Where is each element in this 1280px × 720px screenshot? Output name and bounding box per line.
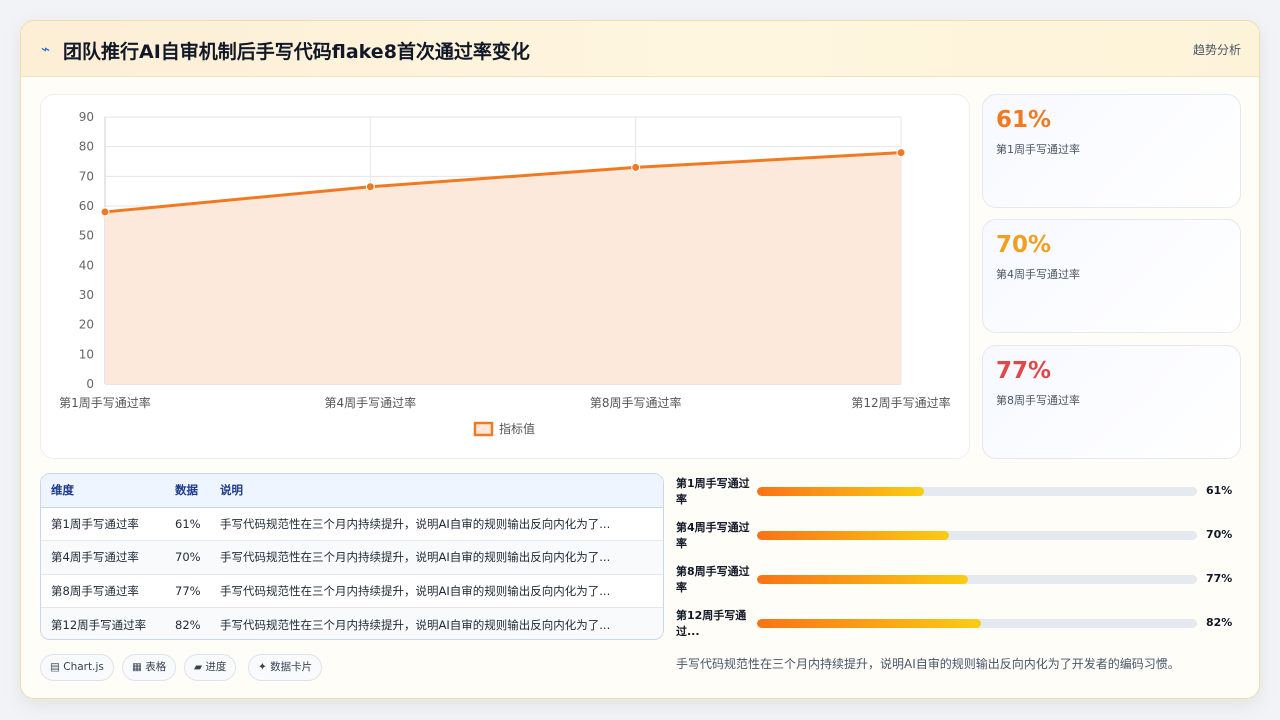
- y-tick-label: 20: [79, 318, 94, 332]
- table-cell: 82%: [165, 607, 210, 639]
- table-cell: 第4周手写通过率: [41, 540, 165, 575]
- table-cell: 77%: [165, 574, 210, 608]
- progress-fill: [757, 487, 925, 496]
- table-row: 第8周手写通过率 77% 手写代码规范性在三个月内持续提升，说明AI自审的规则输…: [41, 574, 663, 608]
- y-tick-label: 40: [79, 258, 94, 272]
- legend-label: 指标值: [499, 421, 535, 436]
- trend-analysis-tag[interactable]: 趋势分析: [1193, 41, 1241, 58]
- progress-value: 70%: [1206, 528, 1233, 541]
- progress-value: 82%: [1206, 616, 1233, 629]
- kpi-card-week1: 61% 第1周手写通过率: [982, 94, 1241, 208]
- kpi-value: 61%: [996, 107, 1052, 133]
- chip-chartjs[interactable]: ▤ Chart.js: [40, 654, 114, 681]
- progress-label: 第12周手写通过...: [676, 609, 747, 638]
- y-tick-label: 80: [79, 140, 94, 154]
- series-area: [105, 152, 901, 384]
- table-cell: 61%: [165, 507, 210, 541]
- y-tick-label: 0: [86, 377, 94, 391]
- kpi-label: 第8周手写通过率: [996, 394, 1080, 407]
- table-row: 第12周手写通过率 82% 手写代码规范性在三个月内持续提升，说明AI自审的规则…: [41, 607, 663, 639]
- column-header: 数据: [165, 474, 210, 508]
- page-title: 团队推行AI自审机制后手写代码flake8首次通过率变化: [63, 41, 530, 63]
- y-tick-label: 70: [79, 169, 94, 183]
- table-cell: 手写代码规范性在三个月内持续提升，说明AI自审的规则输出反向内化为了...: [210, 574, 663, 608]
- table-cell: 手写代码规范性在三个月内持续提升，说明AI自审的规则输出反向内化为了...: [210, 540, 663, 575]
- column-header: 说明: [210, 474, 663, 508]
- y-tick-label: 30: [79, 288, 94, 302]
- x-tick-label: 第1周手写通过率: [59, 395, 151, 410]
- chip-table[interactable]: ▦ 表格: [122, 654, 177, 681]
- progress-row: 第8周手写通过率 77%: [676, 564, 1236, 596]
- data-point: [100, 207, 110, 217]
- table-cell: 手写代码规范性在三个月内持续提升，说明AI自审的规则输出反向内化为了...: [210, 607, 663, 639]
- data-point: [896, 148, 906, 158]
- kpi-value: 77%: [996, 358, 1052, 384]
- table-cell: 手写代码规范性在三个月内持续提升，说明AI自审的规则输出反向内化为了...: [210, 507, 663, 541]
- y-tick-label: 10: [79, 347, 94, 361]
- progress-track: [757, 487, 1197, 496]
- data-point: [365, 182, 375, 192]
- line-chart: 0 10 20 30 40 50 60 70 80 90 第1周手写通过率 第4周手写通过率 第8周手写…: [59, 110, 951, 437]
- progress-label: 第1周手写通过率: [676, 477, 750, 506]
- progress-fill: [757, 575, 969, 584]
- progress-track: [757, 575, 1197, 584]
- progress-label: 第8周手写通过率: [676, 565, 750, 594]
- kpi-card-week8: 77% 第8周手写通过率: [982, 345, 1241, 459]
- y-tick-label: 60: [79, 199, 94, 213]
- x-tick-label: 第12周手写通过率: [851, 395, 950, 410]
- progress-value: 77%: [1206, 572, 1233, 585]
- table-cell: 第12周手写通过率: [41, 607, 165, 639]
- progress-row: 第4周手写通过率 70%: [676, 520, 1236, 552]
- kpi-value: 70%: [996, 232, 1052, 258]
- dashboard-card: ⌁ 团队推行AI自审机制后手写代码flake8首次通过率变化 趋势分析 0 10 2…: [20, 20, 1260, 699]
- kpi-label: 第1周手写通过率: [996, 143, 1080, 156]
- kpi-card-week4: 70% 第4周手写通过率: [982, 219, 1241, 333]
- table-header-row: 维度 数据 说明: [41, 474, 663, 508]
- table-cell: 70%: [165, 540, 210, 575]
- progress-row: 第12周手写通过... 82%: [676, 608, 1236, 640]
- flash-icon: ⌁: [41, 40, 51, 58]
- chip-data-card[interactable]: ✦ 数据卡片: [248, 654, 323, 681]
- progress-label: 第4周手写通过率: [676, 521, 750, 550]
- table-row: 第4周手写通过率 70% 手写代码规范性在三个月内持续提升，说明AI自审的规则输…: [41, 540, 663, 575]
- progress-row: 第1周手写通过率 61%: [676, 476, 1236, 508]
- progress-fill: [757, 531, 949, 540]
- table-cell: 第1周手写通过率: [41, 507, 165, 541]
- progress-value: 61%: [1206, 484, 1233, 497]
- line-chart-panel: 0 10 20 30 40 50 60 70 80 90 第1周手写通过率 第4周手写通过率 第8周手写…: [40, 94, 970, 459]
- chip-progress[interactable]: ▰ 进度: [184, 654, 237, 681]
- progress-fill: [757, 619, 982, 628]
- legend-swatch: [473, 421, 494, 437]
- table-cell: 第8周手写通过率: [41, 574, 165, 608]
- header: ⌁ 团队推行AI自审机制后手写代码flake8首次通过率变化 趋势分析: [21, 21, 1259, 77]
- y-tick-label: 90: [79, 110, 94, 124]
- column-header: 维度: [41, 474, 165, 508]
- kpi-label: 第4周手写通过率: [996, 268, 1080, 281]
- data-table: 维度 数据 说明 第1周手写通过率 61% 手写代码规范性在三个月内持续提升，说…: [40, 473, 664, 640]
- data-point: [631, 162, 641, 172]
- y-tick-label: 50: [79, 229, 94, 243]
- x-tick-label: 第8周手写通过率: [590, 395, 682, 410]
- progress-track: [757, 619, 1197, 628]
- x-tick-label: 第4周手写通过率: [325, 395, 417, 410]
- progress-track: [757, 531, 1197, 540]
- table-row: 第1周手写通过率 61% 手写代码规范性在三个月内持续提升，说明AI自审的规则输…: [41, 507, 663, 541]
- summary-text: 手写代码规范性在三个月内持续提升，说明AI自审的规则输出反向内化为了开发者的编码…: [676, 657, 1180, 671]
